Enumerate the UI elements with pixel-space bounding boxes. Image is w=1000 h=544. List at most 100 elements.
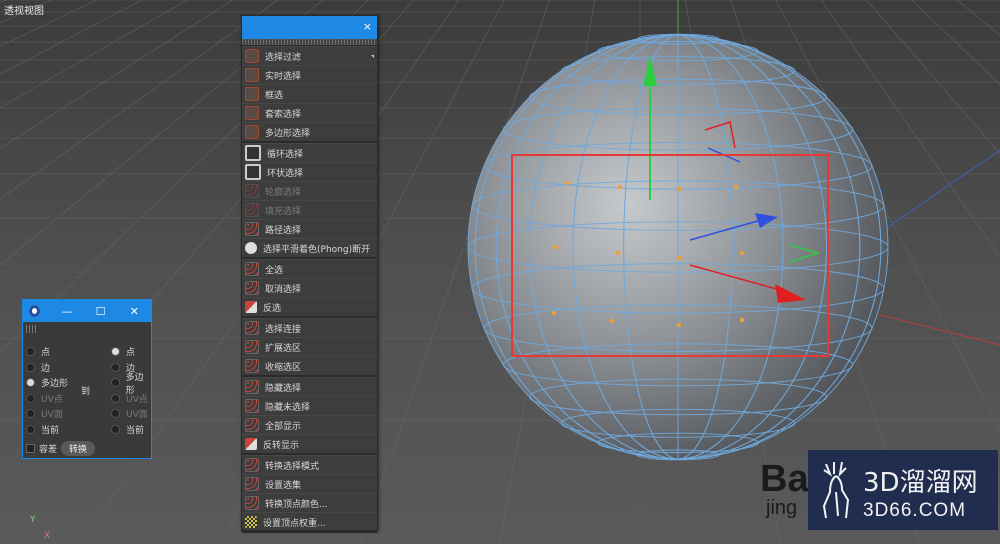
mode-option[interactable]: 点 <box>111 344 151 360</box>
menu-item[interactable]: 设置顶点权重... <box>242 512 377 531</box>
baidu-watermark: Ba <box>760 458 809 500</box>
menu-item-label: 隐藏未选择 <box>265 402 311 413</box>
menu-item[interactable]: 套索选择 <box>242 103 377 122</box>
radio-icon[interactable] <box>26 393 35 403</box>
menu-close-button[interactable]: × <box>363 20 372 33</box>
menu-item-label: 选择过滤 <box>265 52 302 63</box>
mode-option-label: 点 <box>41 348 51 359</box>
baidu-jingyan-watermark: jing <box>766 497 798 519</box>
set-vertex-weight-icon <box>245 516 257 528</box>
close-button[interactable]: ✕ <box>117 305 151 318</box>
phong-break-icon <box>245 242 257 254</box>
loop-selection-icon <box>245 145 261 161</box>
lasso-selection-icon <box>245 106 259 120</box>
mode-option[interactable]: UV点 <box>111 391 151 407</box>
mode-option[interactable]: 当前 <box>111 422 151 438</box>
menu-item[interactable]: 隐藏未选择 <box>242 396 377 415</box>
menu-item[interactable]: 取消选择 <box>242 278 377 297</box>
menu-group: 转换选择模式 设置选集转换顶点颜色... 设置顶点权重... <box>242 455 377 533</box>
menu-item[interactable]: 多边形选择 <box>242 122 377 141</box>
radio-icon[interactable] <box>26 424 35 434</box>
menu-item-label: 轮廓选择 <box>265 187 302 198</box>
menu-item-label: 填充选择 <box>265 206 302 217</box>
polygon-selection-icon <box>245 125 259 139</box>
convert-button[interactable]: 转换 <box>61 441 96 456</box>
mode-option[interactable]: 多边形 <box>26 375 68 391</box>
menu-item-label: 转换顶点颜色... <box>265 499 328 510</box>
mode-option[interactable]: 多边形 <box>111 373 151 396</box>
menu-item[interactable]: 框选 <box>242 84 377 103</box>
menu-item[interactable]: 反选 <box>242 297 377 316</box>
window-grip[interactable] <box>26 325 36 333</box>
invert-visibility-icon <box>245 438 257 450</box>
menu-item[interactable]: 实时选择 <box>242 65 377 84</box>
radio-icon[interactable] <box>26 347 35 357</box>
menu-item[interactable]: 全选 <box>242 259 377 278</box>
menu-item[interactable]: 环状选择 <box>242 162 377 181</box>
tolerance-checkbox[interactable] <box>26 444 35 453</box>
selection-filter-icon <box>245 49 259 63</box>
axis-x-label: X <box>44 531 51 541</box>
menu-item-label: 反选 <box>263 303 282 314</box>
mode-option[interactable]: 点 <box>26 344 68 360</box>
menu-item[interactable]: 轮廓选择 <box>242 181 377 200</box>
maximize-button[interactable]: ☐ <box>84 305 118 318</box>
menu-item[interactable]: 隐藏选择 <box>242 377 377 396</box>
menu-group: 隐藏选择隐藏未选择全部显示反转显示 <box>242 377 377 455</box>
grow-selection-icon <box>245 340 259 354</box>
menu-item[interactable]: 选择连接 <box>242 318 377 337</box>
mode-option[interactable]: UV面 <box>26 406 68 422</box>
mode-option-label: 当前 <box>126 425 145 436</box>
radio-icon[interactable] <box>26 362 35 372</box>
menu-item[interactable]: 扩展选区 <box>242 337 377 356</box>
menu-item[interactable]: 循环选择 <box>242 143 377 162</box>
menu-item[interactable]: 选择平滑着色(Phong)断开 <box>242 238 377 257</box>
menu-item[interactable]: 填充选择 <box>242 200 377 219</box>
tolerance-label: 容差 <box>39 445 58 455</box>
viewport-title: 透视视图 <box>4 6 44 17</box>
radio-icon[interactable] <box>111 424 120 434</box>
mode-option[interactable]: UV点 <box>26 391 68 407</box>
menu-item[interactable]: 设置选集 <box>242 474 377 493</box>
minimize-button[interactable]: — <box>50 305 84 318</box>
radio-icon[interactable] <box>111 362 120 372</box>
menu-item-label: 选择连接 <box>265 324 302 335</box>
radio-icon[interactable] <box>111 409 120 419</box>
convert-vertex-color-icon <box>245 496 259 510</box>
target-mode-list: 点边多边形 UV点 UV面 当前 <box>111 344 151 437</box>
radio-icon[interactable] <box>111 378 120 388</box>
mode-option[interactable]: 边 <box>26 360 68 376</box>
menu-item[interactable]: 路径选择 <box>242 219 377 238</box>
radio-icon[interactable] <box>111 393 120 403</box>
menu-item[interactable]: 全部显示 <box>242 415 377 434</box>
mode-option[interactable]: 当前 <box>26 422 68 438</box>
mode-option[interactable]: UV面 <box>111 406 151 422</box>
selection-menu: × 选择过滤实时选择 框选 套索选择多边形选择循环选择 环状选择轮廓选择填充选择路径选… <box>241 15 378 533</box>
deselect-all-icon <box>245 281 259 295</box>
menu-item[interactable]: 选择过滤 <box>242 46 377 65</box>
menu-item-label: 全选 <box>265 265 284 276</box>
path-selection-icon <box>245 222 259 236</box>
mode-option-label: UV面 <box>41 410 63 421</box>
invert-selection-icon <box>245 301 257 313</box>
watermark-url: 3D66.COM <box>863 500 967 521</box>
select-connected-icon <box>245 321 259 335</box>
mode-option-label: 边 <box>41 363 51 374</box>
radio-icon[interactable] <box>111 347 120 357</box>
radio-icon[interactable] <box>26 409 35 419</box>
menu-item-label: 全部显示 <box>265 421 302 432</box>
menu-item[interactable]: 收缩选区 <box>242 356 377 375</box>
menu-grip[interactable] <box>242 39 377 46</box>
menu-titlebar[interactable]: × <box>242 16 377 39</box>
menu-item[interactable]: 反转显示 <box>242 434 377 453</box>
menu-item[interactable]: 转换选择模式 <box>242 455 377 474</box>
convert-window-titlebar[interactable]: — ☐ ✕ <box>23 300 151 322</box>
menu-item-label: 多边形选择 <box>265 128 311 139</box>
menu-group: 选择过滤实时选择 框选 套索选择多边形选择 <box>242 46 377 143</box>
to-label: 到 <box>81 387 91 397</box>
radio-icon[interactable] <box>26 378 35 388</box>
menu-item-label: 收缩选区 <box>265 362 302 373</box>
set-selection-icon <box>245 477 259 491</box>
menu-item-label: 选择平滑着色(Phong)断开 <box>263 244 371 255</box>
menu-item[interactable]: 转换顶点颜色... <box>242 493 377 512</box>
